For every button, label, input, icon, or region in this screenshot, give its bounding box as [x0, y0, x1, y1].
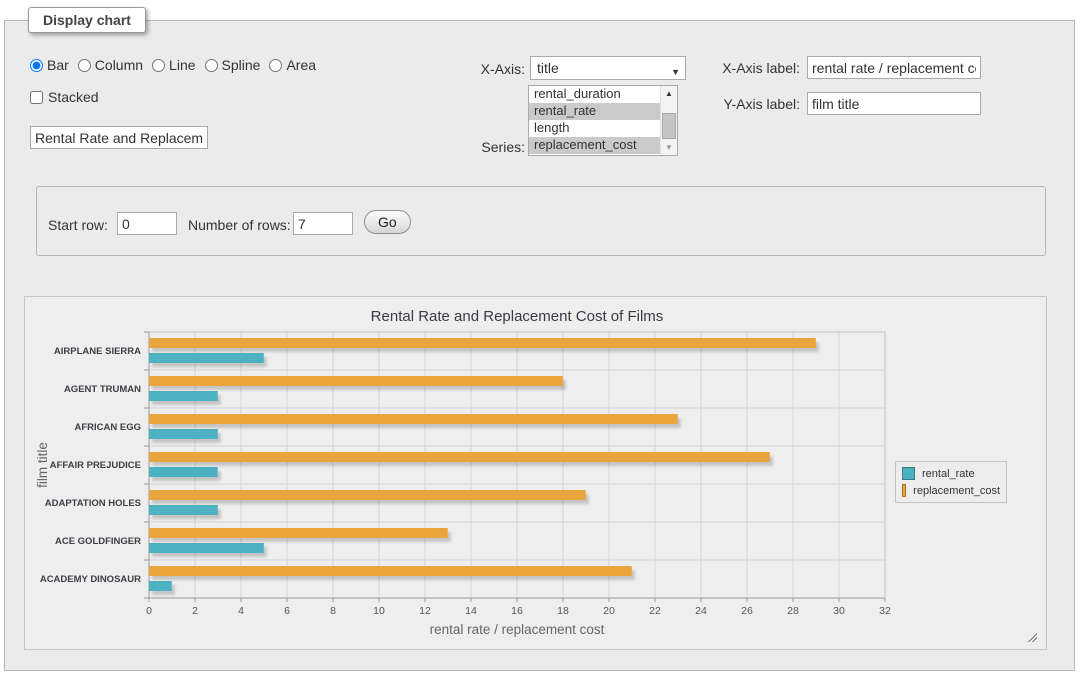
bar-radio[interactable]	[30, 59, 43, 72]
rental_rate-bar[interactable]	[149, 505, 218, 515]
x-axis-select-label: X-Axis:	[450, 61, 525, 77]
replacement_cost-bar[interactable]	[149, 452, 770, 462]
category-label: ACE GOLDFINGER	[55, 536, 141, 547]
bar-chart-svg: 02468101214161820222426283032AIRPLANE SI…	[25, 297, 1046, 649]
category-label: ADAPTATION HOLES	[45, 498, 141, 509]
x-axis-select[interactable]: title ▼	[530, 56, 686, 80]
x-tick-label: 30	[833, 605, 845, 617]
num-rows-input[interactable]	[293, 212, 353, 235]
x-tick-label: 24	[695, 605, 707, 617]
column-radio[interactable]	[78, 59, 91, 72]
start-row-label: Start row:	[48, 217, 108, 233]
replacement_cost-bar[interactable]	[149, 528, 448, 538]
series-listbox-label: Series:	[450, 139, 525, 155]
x-tick-label: 16	[511, 605, 523, 617]
bar-radio-label: Bar	[47, 57, 69, 73]
spline-radio[interactable]	[205, 59, 218, 72]
chart-type-bar[interactable]: Bar	[30, 57, 69, 73]
category-label: AFRICAN EGG	[75, 422, 142, 433]
area-radio[interactable]	[269, 59, 282, 72]
x-axis-label-label: X-Axis label:	[692, 60, 800, 76]
legend-swatch-icon	[902, 467, 915, 480]
legend-label: replacement_cost	[913, 485, 1000, 497]
rental_rate-bar[interactable]	[149, 429, 218, 439]
chevron-down-icon: ▼	[671, 62, 680, 82]
category-label: AFFAIR PREJUDICE	[50, 460, 141, 471]
x-axis-label-input[interactable]	[807, 56, 981, 79]
scroll-up-icon[interactable]: ▲	[661, 86, 677, 100]
chart-title-input[interactable]	[30, 126, 208, 149]
chart-type-spline[interactable]: Spline	[205, 57, 261, 73]
y-axis-title: film title	[35, 442, 50, 488]
replacement_cost-bar[interactable]	[149, 566, 632, 576]
category-label: ACADEMY DINOSAUR	[40, 574, 141, 585]
series-option[interactable]: rental_rate	[529, 103, 660, 120]
x-tick-label: 18	[557, 605, 569, 617]
y-axis-label-label: Y-Axis label:	[692, 96, 800, 112]
x-tick-label: 8	[330, 605, 336, 617]
rental_rate-bar[interactable]	[149, 581, 172, 591]
stacked-option[interactable]: Stacked	[30, 89, 99, 105]
x-tick-label: 14	[465, 605, 477, 617]
replacement_cost-bar[interactable]	[149, 376, 563, 386]
x-axis-selected-value: title	[537, 60, 559, 76]
chart-container: 02468101214161820222426283032AIRPLANE SI…	[24, 296, 1047, 650]
go-button[interactable]: Go	[364, 210, 411, 234]
chart-type-line[interactable]: Line	[152, 57, 195, 73]
x-tick-label: 0	[146, 605, 152, 617]
scrollbar-thumb[interactable]	[662, 113, 676, 139]
chart-legend: rental_rate replacement_cost	[895, 461, 1007, 503]
legend-item: rental_rate	[902, 465, 1000, 482]
x-tick-label: 28	[787, 605, 799, 617]
panel-legend: Display chart	[28, 7, 146, 33]
rental_rate-bar[interactable]	[149, 543, 264, 553]
line-radio[interactable]	[152, 59, 165, 72]
series-option[interactable]: replacement_cost	[529, 137, 660, 154]
x-tick-label: 20	[603, 605, 615, 617]
rental_rate-bar[interactable]	[149, 467, 218, 477]
legend-swatch-icon	[902, 484, 906, 497]
x-tick-label: 26	[741, 605, 753, 617]
chart-type-column[interactable]: Column	[78, 57, 143, 73]
rental_rate-bar[interactable]	[149, 353, 264, 363]
replacement_cost-bar[interactable]	[149, 414, 678, 424]
x-tick-label: 2	[192, 605, 198, 617]
num-rows-label: Number of rows:	[188, 217, 291, 233]
category-label: AIRPLANE SIERRA	[54, 346, 141, 357]
stacked-label: Stacked	[48, 89, 99, 105]
x-tick-label: 32	[879, 605, 891, 617]
x-tick-label: 12	[419, 605, 431, 617]
column-radio-label: Column	[95, 57, 143, 73]
line-radio-label: Line	[169, 57, 195, 73]
replacement_cost-bar[interactable]	[149, 490, 586, 500]
x-tick-label: 10	[373, 605, 385, 617]
series-listbox[interactable]: rental_duration rental_rate length repla…	[528, 85, 678, 156]
series-option[interactable]: length	[529, 120, 660, 137]
page: Display chart Bar Column Line Spline Are…	[0, 0, 1081, 681]
category-label: AGENT TRUMAN	[64, 384, 141, 395]
listbox-scrollbar[interactable]: ▲ ▼	[660, 86, 677, 155]
x-tick-label: 6	[284, 605, 290, 617]
rental_rate-bar[interactable]	[149, 391, 218, 401]
chart-type-radios: Bar Column Line Spline Area	[30, 57, 316, 73]
legend-label: rental_rate	[922, 468, 975, 480]
chart-type-area[interactable]: Area	[269, 57, 316, 73]
y-axis-label-input[interactable]	[807, 92, 981, 115]
x-tick-label: 22	[649, 605, 661, 617]
series-options: rental_duration rental_rate length repla…	[529, 86, 660, 155]
stacked-checkbox[interactable]	[30, 91, 43, 104]
chart-title: Rental Rate and Replacement Cost of Film…	[371, 308, 664, 325]
series-option[interactable]: rental_duration	[529, 86, 660, 103]
spline-radio-label: Spline	[222, 57, 261, 73]
start-row-input[interactable]	[117, 212, 177, 235]
x-tick-label: 4	[238, 605, 244, 617]
area-radio-label: Area	[286, 57, 316, 73]
scroll-down-icon[interactable]: ▼	[661, 141, 677, 155]
x-axis-title: rental rate / replacement cost	[430, 622, 605, 637]
replacement_cost-bar[interactable]	[149, 338, 816, 348]
legend-item: replacement_cost	[902, 482, 1000, 499]
